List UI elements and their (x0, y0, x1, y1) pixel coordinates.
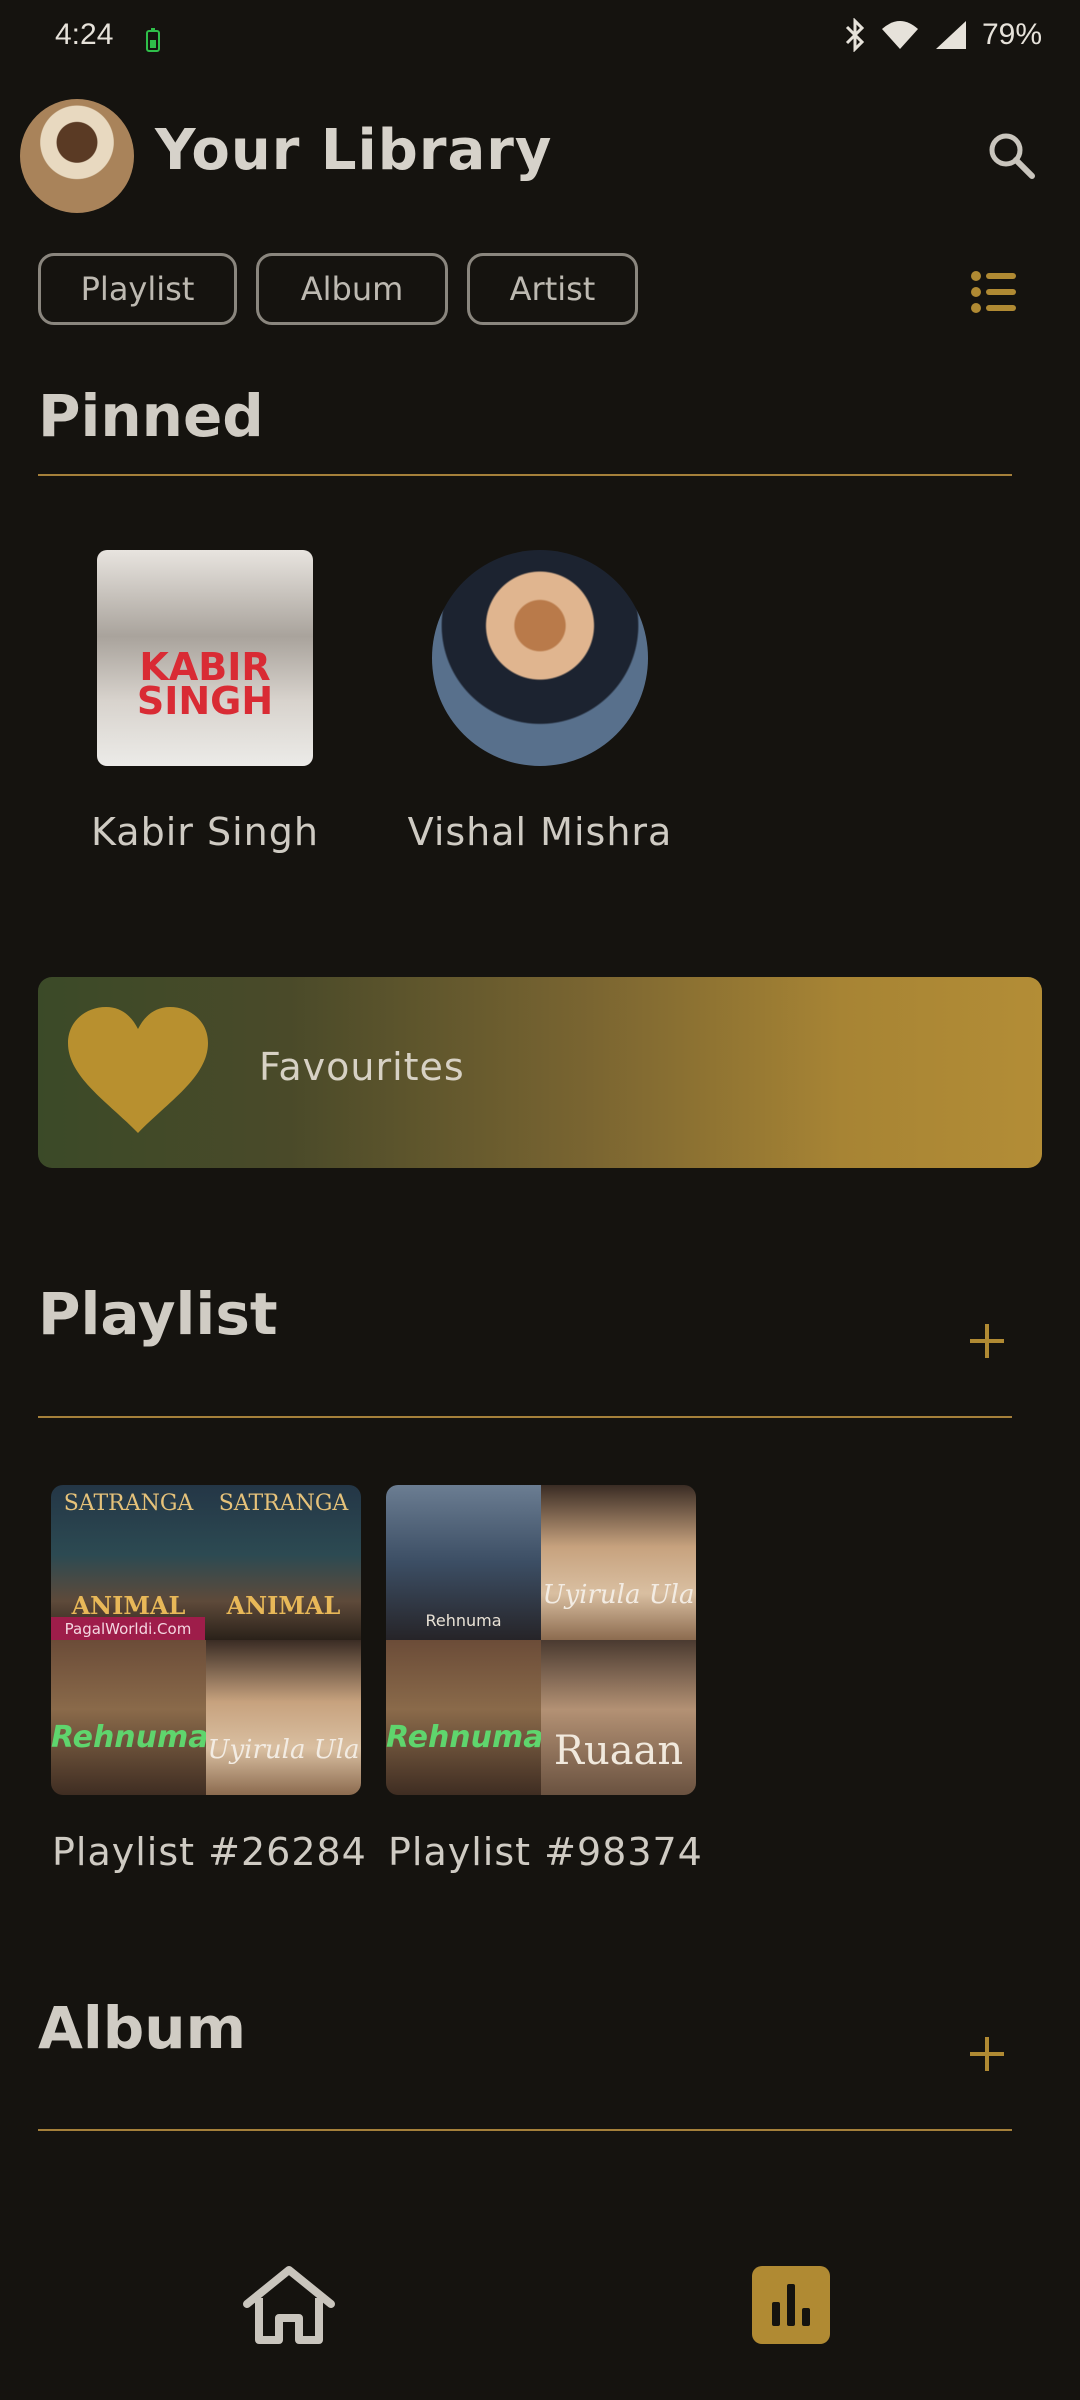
section-title-pinned: Pinned (38, 382, 264, 450)
favourites-card[interactable]: Favourites (38, 977, 1042, 1168)
page-title: Your Library (155, 118, 553, 183)
album-cover-title: KABIR SINGH (136, 645, 274, 723)
cell-signal-icon (935, 21, 966, 49)
pinned-artist-photo[interactable] (432, 550, 648, 766)
playlist-label[interactable]: Playlist #26284 (52, 1830, 367, 1874)
divider (38, 2129, 1012, 2131)
section-title-playlist: Playlist (38, 1280, 278, 1348)
cover-tile: SATRANGA ANIMAL (206, 1485, 361, 1640)
cover-tile: Rehnuma (386, 1485, 541, 1640)
battery-percent: 79% (981, 18, 1042, 51)
filter-chip-playlist[interactable]: Playlist (38, 253, 237, 325)
battery-saver-icon (146, 28, 160, 52)
section-title-album: Album (38, 1994, 247, 2062)
cover-tile: Uyirula Ula (206, 1640, 361, 1795)
home-icon[interactable] (241, 2266, 337, 2346)
cover-tile: Uyirula Ula (541, 1485, 696, 1640)
filter-chip-album[interactable]: Album (256, 253, 448, 325)
add-playlist-icon[interactable] (960, 1314, 1014, 1368)
playlist-cover[interactable]: Rehnuma Uyirula Ula Rehnuma Ruaan (386, 1485, 696, 1795)
favourites-label: Favourites (259, 1045, 465, 1089)
watermark-label: PagalWorldi.Com (51, 1617, 205, 1640)
search-icon[interactable] (986, 130, 1038, 182)
divider (38, 1416, 1012, 1418)
list-view-icon[interactable] (970, 270, 1018, 314)
cover-tile: Rehnuma (386, 1640, 541, 1795)
status-right: 79% (844, 18, 1042, 52)
status-time: 4:24 (55, 18, 114, 51)
bluetooth-icon (845, 18, 865, 52)
add-album-icon[interactable] (960, 2027, 1014, 2081)
heart-icon (68, 1007, 208, 1133)
divider (38, 474, 1012, 476)
filter-chip-artist[interactable]: Artist (467, 253, 638, 325)
playlist-label[interactable]: Playlist #98374 (388, 1830, 703, 1874)
pinned-album-cover[interactable]: KABIR SINGH (97, 550, 313, 766)
playlist-cover[interactable]: SATRANGA ANIMAL PagalWorldi.Com SATRANGA… (51, 1485, 361, 1795)
profile-avatar[interactable] (20, 99, 134, 213)
pinned-item-label[interactable]: Kabir Singh (55, 810, 355, 854)
cover-tile: Rehnuma (51, 1640, 206, 1795)
pinned-item-label[interactable]: Vishal Mishra (390, 810, 690, 854)
cover-tile: SATRANGA ANIMAL PagalWorldi.Com (51, 1485, 206, 1640)
wifi-icon (881, 21, 918, 49)
cover-tile: Ruaan (541, 1640, 696, 1795)
library-stats-icon[interactable] (752, 2266, 830, 2344)
